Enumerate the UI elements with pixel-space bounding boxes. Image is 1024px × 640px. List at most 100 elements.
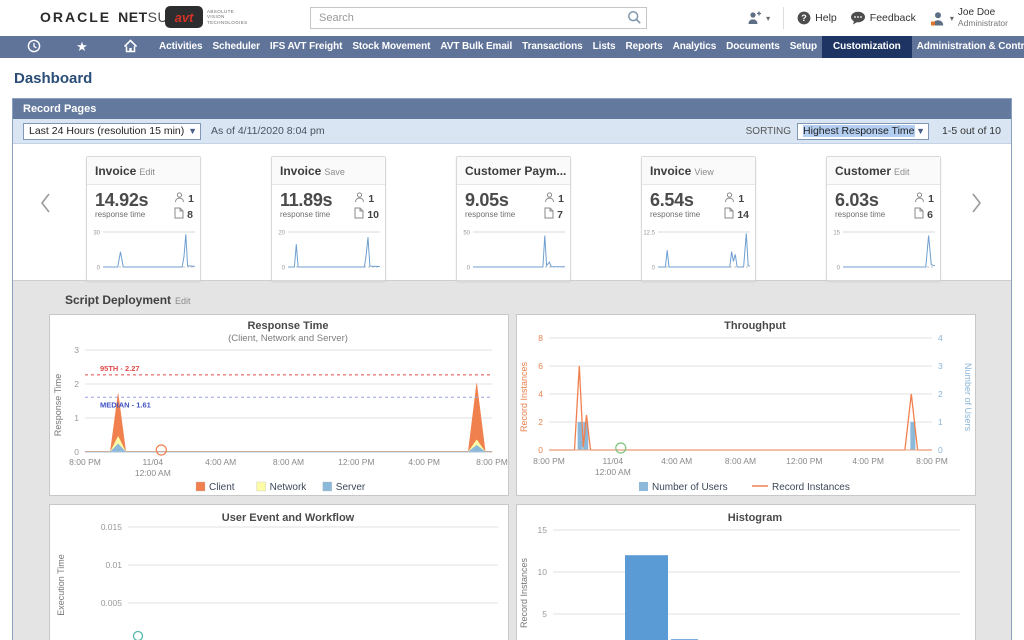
carousel-next-button[interactable] xyxy=(971,192,983,217)
svg-text:MEDIAN - 1.61: MEDIAN - 1.61 xyxy=(100,400,151,409)
sparkline: 300 xyxy=(87,223,200,280)
chevron-down-icon: ▼ xyxy=(188,126,197,136)
user-role: Administrator xyxy=(958,18,1008,29)
person-icon xyxy=(544,192,555,207)
nav-item-customization[interactable]: Customization xyxy=(822,36,912,58)
nav-item-activities[interactable]: Activities xyxy=(154,36,207,58)
nav-item-analytics[interactable]: Analytics xyxy=(668,36,722,58)
chevron-down-icon: ▾ xyxy=(766,14,770,23)
help-button[interactable]: ? Help xyxy=(797,11,837,25)
record-pages-toolbar: Last 24 Hours (resolution 15 min) ▼ As o… xyxy=(13,119,1011,144)
response-time-chart: Response Time(Client, Network and Server… xyxy=(49,314,509,496)
response-time-label: response time xyxy=(280,210,332,219)
record-card-4[interactable]: InvoiceView6.54sresponse time11412.50 xyxy=(641,156,756,281)
svg-text:Number of Users: Number of Users xyxy=(652,482,728,493)
svg-text:2: 2 xyxy=(74,379,79,389)
oracle-wordmark: ORACLE xyxy=(40,9,111,25)
svg-text:8:00 PM: 8:00 PM xyxy=(476,457,508,467)
svg-text:8:00 PM: 8:00 PM xyxy=(69,457,101,467)
response-time-value: 11.89s xyxy=(280,190,332,211)
card-title: InvoiceSave xyxy=(272,157,385,185)
page-title: Dashboard xyxy=(14,70,1012,87)
recent-records-icon[interactable] xyxy=(10,36,58,58)
histogram-chart: Histogram15105Record Instances xyxy=(516,504,976,640)
script-deployment-edit-link[interactable]: Edit xyxy=(175,296,191,306)
sparkline: 15 0 xyxy=(827,223,940,280)
svg-text:1: 1 xyxy=(74,413,79,423)
svg-text:15: 15 xyxy=(833,231,840,237)
top-bar: ORACLENETSUITE avt ABSOLUTE VISION TECHN… xyxy=(0,0,1024,36)
svg-text:Client: Client xyxy=(209,482,235,493)
roles-icon xyxy=(746,11,762,25)
svg-text:8:00 AM: 8:00 AM xyxy=(725,456,756,466)
response-time-label: response time xyxy=(95,210,148,219)
nav-item-administration-controls[interactable]: Administration & Controls xyxy=(912,36,1024,58)
person-icon xyxy=(724,192,735,207)
svg-text:Record Instances: Record Instances xyxy=(772,482,850,493)
nav-item-setup[interactable]: Setup xyxy=(785,36,822,58)
record-card-2[interactable]: InvoiceSave11.89sresponse time110200 xyxy=(271,156,386,281)
nav-item-scheduler[interactable]: Scheduler xyxy=(207,36,264,58)
nav-item-lists[interactable]: Lists xyxy=(588,36,621,58)
svg-text:0.015: 0.015 xyxy=(101,522,123,532)
nav-item-ifs-avt-freight[interactable]: IFS AVT Freight xyxy=(265,36,347,58)
svg-text:95TH - 2.27: 95TH - 2.27 xyxy=(100,364,140,373)
pagination-text: 1-5 out of 10 xyxy=(942,125,1001,137)
instances-count: 8 xyxy=(174,207,194,223)
carousel-prev-button[interactable] xyxy=(39,192,51,217)
script-deployment-title: Script DeploymentEdit xyxy=(65,293,1011,309)
feedback-button[interactable]: Feedback xyxy=(850,11,916,25)
person-icon xyxy=(914,192,925,207)
nav-item-stock-movement[interactable]: Stock Movement xyxy=(347,36,435,58)
svg-text:15: 15 xyxy=(538,525,548,535)
sparkline: 200 xyxy=(272,223,385,280)
svg-text:11/04: 11/04 xyxy=(143,457,164,467)
avt-logo-subtext: ABSOLUTE VISION TECHNOLOGIES xyxy=(207,9,248,26)
script-deployment-section: Script DeploymentEdit Response Time(Clie… xyxy=(13,280,1011,640)
nav-item-reports[interactable]: Reports xyxy=(621,36,668,58)
record-card-1[interactable]: InvoiceEdit14.92sresponse time18300 xyxy=(86,156,201,281)
record-pages-header[interactable]: Record Pages xyxy=(13,99,1011,119)
nav-item-avt-bulk-email[interactable]: AVT Bulk Email xyxy=(435,36,517,58)
throughput-chart: Throughput2468123400Record InstancesNumb… xyxy=(516,314,976,496)
svg-text:50: 50 xyxy=(463,231,470,237)
svg-text:4:00 PM: 4:00 PM xyxy=(852,456,884,466)
svg-text:8: 8 xyxy=(538,333,543,343)
response-time-value: 6.03s xyxy=(835,190,885,211)
document-icon xyxy=(914,207,924,223)
search-icon[interactable] xyxy=(627,10,642,30)
user-menu[interactable]: ▾ Joe Doe Administrator xyxy=(929,7,1008,29)
nav-item-documents[interactable]: Documents xyxy=(721,36,785,58)
svg-text:?: ? xyxy=(801,13,807,23)
chevron-down-icon: ▼ xyxy=(916,126,925,136)
svg-text:0: 0 xyxy=(652,266,656,272)
person-icon xyxy=(354,192,365,207)
charts-grid: Response Time(Client, Network and Server… xyxy=(49,314,1011,640)
personalize-menu[interactable]: ▾ xyxy=(746,11,770,25)
svg-text:8:00 PM: 8:00 PM xyxy=(533,456,565,466)
nav-item-transactions[interactable]: Transactions xyxy=(517,36,588,58)
search-input[interactable] xyxy=(310,7,647,29)
document-icon xyxy=(354,207,364,223)
sorting-select[interactable]: Highest Response Time ▼ xyxy=(797,123,929,140)
svg-text:1: 1 xyxy=(938,417,943,427)
svg-text:12:00 AM: 12:00 AM xyxy=(595,467,631,477)
record-card-3[interactable]: Customer Paym...N9.05sresponse time17500 xyxy=(456,156,571,281)
as-of-timestamp: As of 4/11/2020 8:04 pm xyxy=(211,125,325,137)
response-time-value: 6.54s xyxy=(650,190,700,211)
users-count: 1 xyxy=(544,192,564,207)
svg-text:0: 0 xyxy=(837,266,841,272)
svg-text:12:00 PM: 12:00 PM xyxy=(338,457,374,467)
svg-text:4:00 AM: 4:00 AM xyxy=(661,456,692,466)
global-search xyxy=(310,7,647,29)
svg-text:4: 4 xyxy=(938,333,943,343)
svg-text:Record Instances: Record Instances xyxy=(519,361,529,432)
response-time-label: response time xyxy=(465,210,515,219)
svg-text:20: 20 xyxy=(278,231,285,237)
svg-text:4:00 PM: 4:00 PM xyxy=(408,457,440,467)
svg-text:User Event and Workflow: User Event and Workflow xyxy=(222,512,355,524)
shortcuts-star-icon[interactable]: ★ xyxy=(58,36,106,58)
record-card-5[interactable]: CustomerEdit6.03sresponse time16150 xyxy=(826,156,941,281)
time-range-select[interactable]: Last 24 Hours (resolution 15 min) ▼ xyxy=(23,123,201,140)
home-icon[interactable] xyxy=(106,36,154,58)
